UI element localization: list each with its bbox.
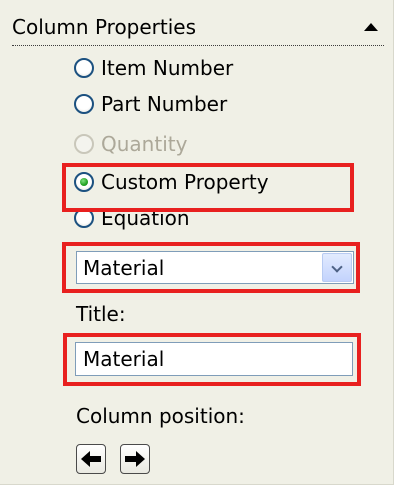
triangle-up-icon[interactable] [364, 23, 378, 31]
column-properties-panel: Column Properties Item Number Part Numbe… [0, 0, 394, 485]
move-column-right-button[interactable] [120, 444, 150, 474]
radio-item-number[interactable]: Item Number [74, 55, 364, 85]
move-column-left-button[interactable] [76, 444, 106, 474]
arrow-right-icon [125, 451, 145, 467]
property-select-highlight [62, 242, 360, 293]
radio-label: Item Number [101, 56, 234, 80]
arrow-left-icon [81, 451, 101, 467]
custom-property-highlight [62, 163, 354, 212]
radio-label: Quantity [101, 132, 188, 156]
panel-title: Column Properties [12, 15, 197, 39]
radio-button [74, 134, 94, 154]
column-properties-header[interactable]: Column Properties [12, 11, 384, 46]
column-position-label: Column position: [76, 404, 245, 428]
radio-button[interactable] [74, 58, 94, 78]
radio-quantity: Quantity [74, 131, 364, 161]
radio-button[interactable] [74, 94, 94, 114]
radio-label: Part Number [101, 92, 228, 116]
title-input-highlight [63, 333, 361, 386]
title-label: Title: [76, 302, 126, 326]
radio-part-number[interactable]: Part Number [74, 91, 364, 121]
